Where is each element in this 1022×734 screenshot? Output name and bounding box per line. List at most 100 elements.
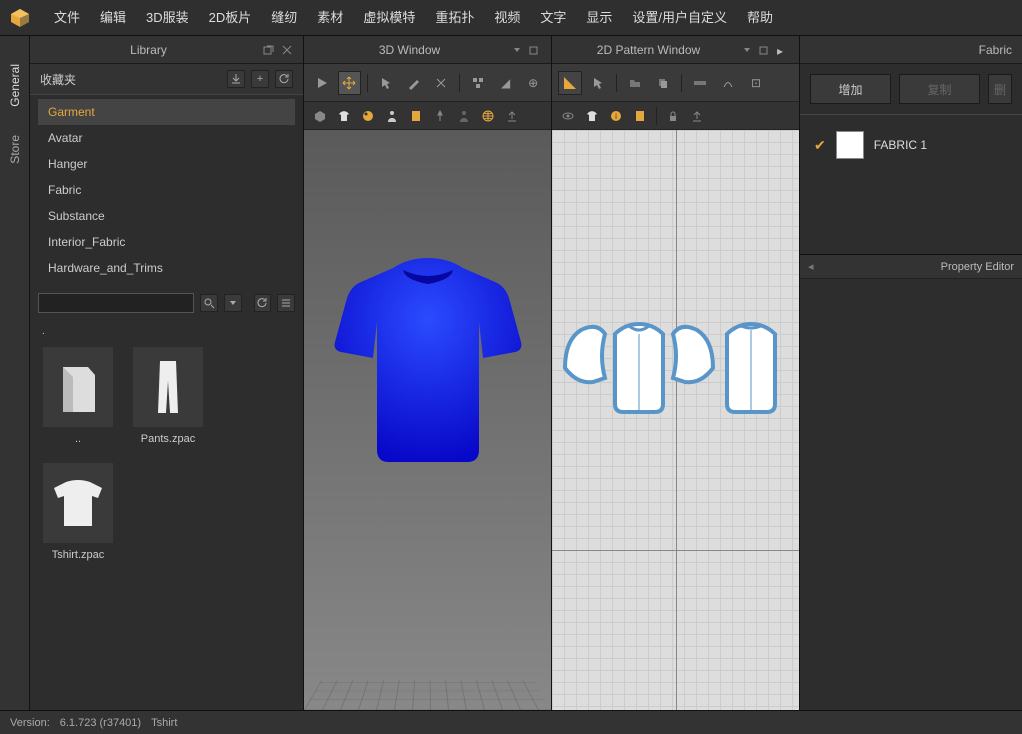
3d-viewport[interactable] xyxy=(304,130,551,710)
edit-pattern-icon[interactable] xyxy=(558,71,582,95)
cube-icon[interactable] xyxy=(310,106,330,126)
menu-item[interactable]: 显示 xyxy=(576,0,622,36)
edit-tool-icon[interactable] xyxy=(430,71,454,95)
add-icon[interactable]: + xyxy=(251,70,269,88)
tshirt-3d-model[interactable] xyxy=(333,250,523,470)
library-search-input[interactable] xyxy=(38,293,194,313)
library-title: Library xyxy=(40,43,257,57)
fabric-item[interactable]: ✔ FABRIC 1 xyxy=(808,127,1014,163)
menu-item[interactable]: 帮助 xyxy=(737,0,783,36)
menu-item[interactable]: 2D板片 xyxy=(199,0,262,36)
menu-item[interactable]: 素材 xyxy=(307,0,353,36)
3d-header: 3D Window xyxy=(304,36,551,64)
file-item[interactable]: Pants.zpac xyxy=(128,343,208,449)
panel-3d: 3D Window ◢ ⊕ xyxy=(304,36,552,710)
dropdown-icon[interactable] xyxy=(511,44,523,56)
menu-item[interactable]: 编辑 xyxy=(90,0,136,36)
avatar-shadow-icon[interactable] xyxy=(454,106,474,126)
garment-icon[interactable] xyxy=(334,106,354,126)
property-editor-title: Property Editor xyxy=(941,261,1014,273)
search-icon[interactable] xyxy=(200,294,218,312)
vertical-tab-store[interactable]: Store xyxy=(4,121,26,178)
trace-icon[interactable]: ⊡ xyxy=(744,71,768,95)
svg-text:i: i xyxy=(615,112,617,121)
pattern-sleeve-left xyxy=(565,327,605,382)
globe-icon[interactable] xyxy=(478,106,498,126)
info-icon[interactable]: i xyxy=(606,106,626,126)
dropdown-icon[interactable] xyxy=(741,44,753,56)
play-icon[interactable] xyxy=(310,71,334,95)
show-hide-icon[interactable] xyxy=(558,106,578,126)
file-item[interactable]: Tshirt.zpac xyxy=(38,459,118,565)
move-tool-icon[interactable] xyxy=(338,71,362,95)
popout-icon[interactable] xyxy=(759,44,771,56)
fabric-buttons: 增加 复制 删 xyxy=(800,64,1022,115)
menu-item[interactable]: 虚拟模特 xyxy=(353,0,425,36)
statusbar: Version: 6.1.723 (r37401) Tshirt xyxy=(0,710,1022,734)
2d-title: 2D Pattern Window xyxy=(562,43,735,57)
menu-item[interactable]: 设置/用户自定义 xyxy=(622,0,737,36)
menu-item[interactable]: 缝纫 xyxy=(261,0,307,36)
category-item[interactable]: Interior_Fabric xyxy=(38,229,295,255)
delete-fabric-button[interactable]: 删 xyxy=(988,74,1012,104)
arrow-right-icon[interactable]: ▸ xyxy=(777,44,789,56)
list-view-icon[interactable] xyxy=(277,294,295,312)
menu-item[interactable]: 文件 xyxy=(44,0,90,36)
category-item[interactable]: Substance xyxy=(38,203,295,229)
category-list: GarmentAvatarHangerFabricSubstanceInteri… xyxy=(30,95,303,289)
note-2d-icon[interactable] xyxy=(630,106,650,126)
file-item[interactable]: .. xyxy=(38,343,118,449)
dropdown-icon[interactable] xyxy=(224,294,242,312)
menu-item[interactable]: 视频 xyxy=(484,0,530,36)
close-icon[interactable] xyxy=(281,44,293,56)
copy-fabric-button[interactable]: 复制 xyxy=(899,74,980,104)
pattern-pieces[interactable] xyxy=(561,320,791,420)
library-header: Library xyxy=(30,36,303,64)
popout-icon[interactable] xyxy=(263,44,275,56)
refresh-icon[interactable] xyxy=(275,70,293,88)
pin-icon[interactable] xyxy=(430,106,450,126)
arrange-tool-icon[interactable] xyxy=(466,71,490,95)
copy-icon[interactable] xyxy=(651,71,675,95)
upload-2d-icon[interactable] xyxy=(687,106,707,126)
material-icon[interactable] xyxy=(358,106,378,126)
avatar-icon[interactable] xyxy=(382,106,402,126)
fabric-swatch xyxy=(836,131,864,159)
panel-right: Fabric 增加 复制 删 ✔ FABRIC 1 ◂ Property Edi… xyxy=(800,36,1022,710)
file-thumb-icon xyxy=(43,347,113,427)
download-icon[interactable] xyxy=(227,70,245,88)
2d-viewport[interactable] xyxy=(552,130,799,710)
category-item[interactable]: Garment xyxy=(38,99,295,125)
select-tool-icon[interactable] xyxy=(374,71,398,95)
fabric-title: Fabric xyxy=(979,43,1012,57)
fold-tool-icon[interactable]: ◢ xyxy=(494,71,518,95)
select-icon[interactable] xyxy=(586,71,610,95)
property-editor-header: ◂ Property Editor xyxy=(800,255,1022,279)
garment-2d-icon[interactable] xyxy=(582,106,602,126)
pen-tool-icon[interactable] xyxy=(402,71,426,95)
category-item[interactable]: Fabric xyxy=(38,177,295,203)
popout-icon[interactable] xyxy=(529,44,541,56)
menu-item[interactable]: 文字 xyxy=(530,0,576,36)
note-icon[interactable] xyxy=(406,106,426,126)
refresh-files-icon[interactable] xyxy=(254,294,272,312)
category-item[interactable]: Hanger xyxy=(38,151,295,177)
arrow-left-icon[interactable]: ◂ xyxy=(808,260,814,273)
menu-item[interactable]: 重拓扑 xyxy=(425,0,484,36)
add-fabric-button[interactable]: 增加 xyxy=(810,74,891,104)
category-item[interactable]: Avatar xyxy=(38,125,295,151)
category-item[interactable]: Hardware_and_Trims xyxy=(38,255,295,281)
folder-icon[interactable] xyxy=(623,71,647,95)
menu-item[interactable]: 3D服装 xyxy=(136,0,199,36)
upload-icon[interactable] xyxy=(502,106,522,126)
2d-header: 2D Pattern Window ▸ xyxy=(552,36,799,64)
lock-icon[interactable] xyxy=(663,106,683,126)
vertical-tabs: General Store xyxy=(0,36,30,710)
sewing-icon[interactable] xyxy=(716,71,740,95)
pin-tool-icon[interactable]: ⊕ xyxy=(521,71,545,95)
file-name-label: .. xyxy=(75,433,81,445)
vertical-tab-general[interactable]: General xyxy=(4,50,26,121)
file-name-label: Pants.zpac xyxy=(141,433,195,445)
panel-2d: 2D Pattern Window ▸ ⊡ i xyxy=(552,36,800,710)
ruler-icon[interactable] xyxy=(688,71,712,95)
